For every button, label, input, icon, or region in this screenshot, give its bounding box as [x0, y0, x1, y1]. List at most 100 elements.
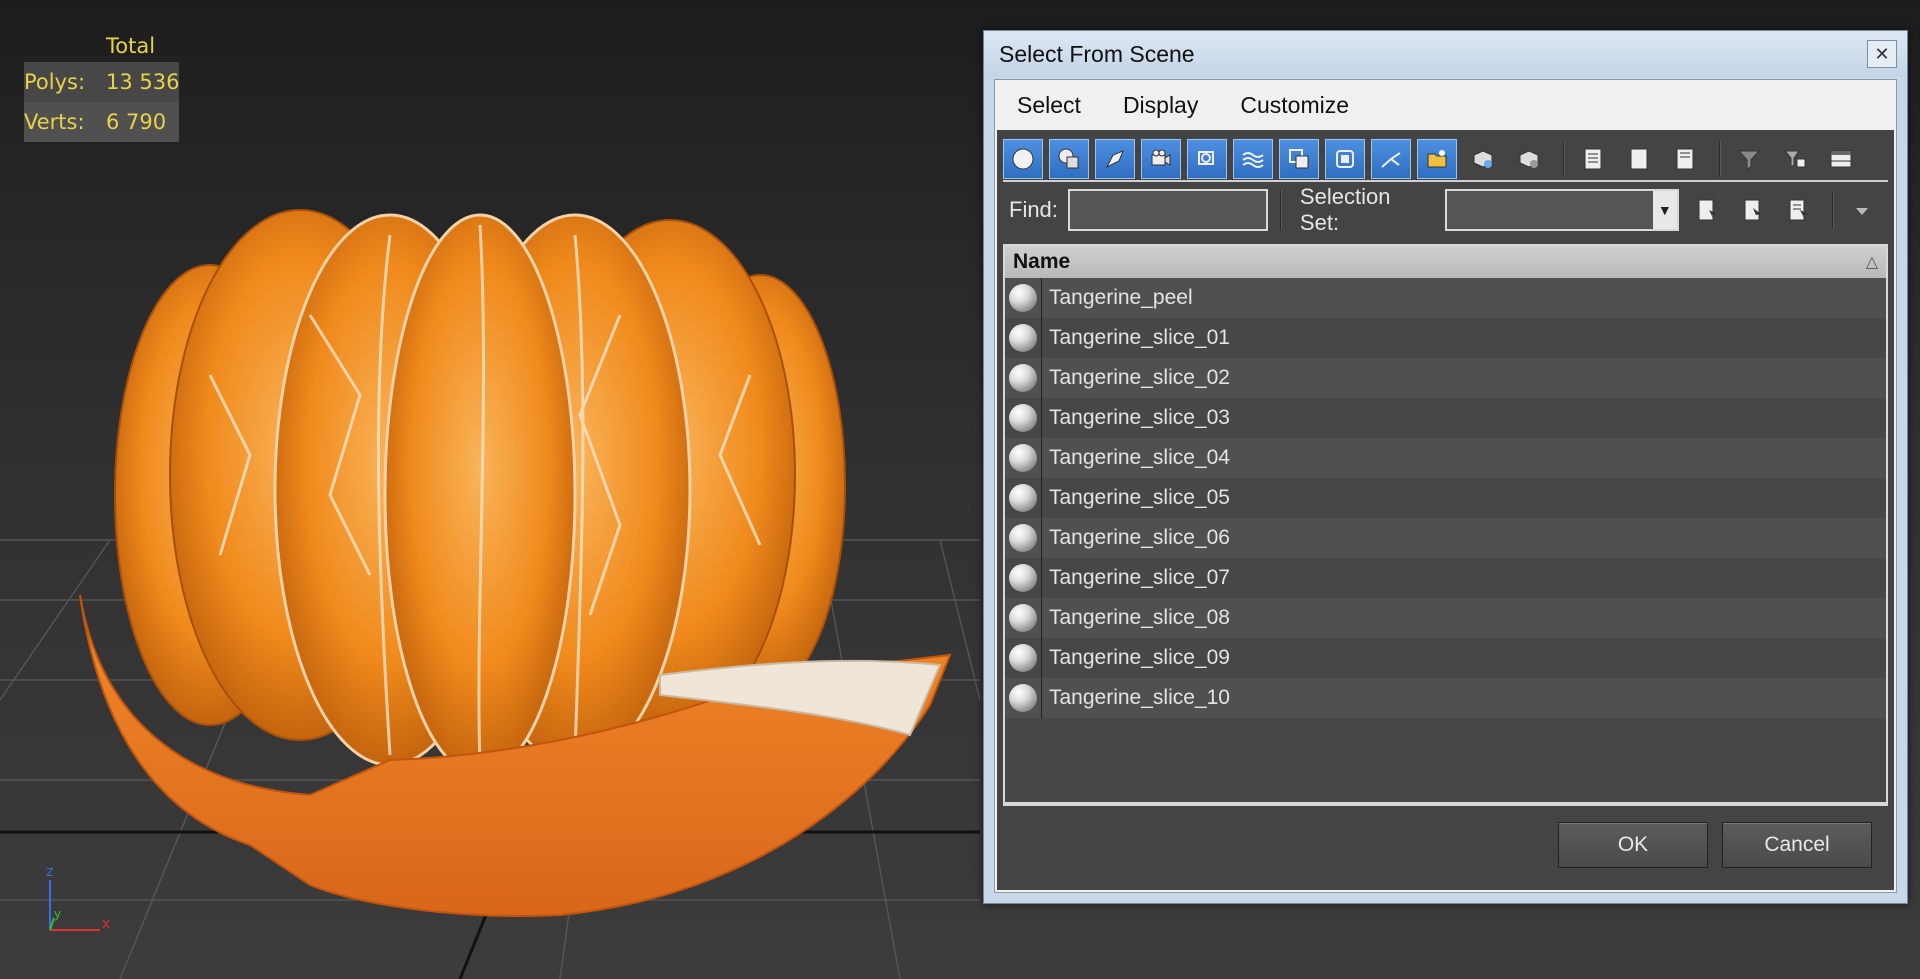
find-row: Find: Selection Set: ▼ [1003, 184, 1888, 235]
geometry-sphere-icon [1009, 484, 1037, 512]
find-input[interactable] [1067, 189, 1268, 231]
axis-x-label: x [102, 916, 110, 932]
sort-ascending-icon: △ [1865, 254, 1878, 271]
list-item[interactable]: Tangerine_slice_09 [1005, 638, 1886, 678]
filter-toolbar [1003, 138, 1888, 182]
object-name: Tangerine_slice_09 [1049, 646, 1230, 669]
list-item[interactable]: Tangerine_slice_03 [1005, 398, 1886, 438]
cameras-icon [1151, 149, 1171, 166]
menu-customize[interactable]: Customize [1234, 88, 1355, 123]
cancel-button[interactable]: Cancel [1722, 822, 1872, 868]
geometry-sphere-icon [1009, 564, 1037, 592]
containers-icon [1427, 150, 1447, 168]
tangerine-model [79, 209, 952, 917]
menu-select[interactable]: Select [1011, 88, 1087, 123]
filter-icon [1737, 150, 1761, 170]
helpers-icon [1198, 151, 1214, 165]
filter-options-icon [1783, 150, 1806, 168]
axis-y-label: y [54, 907, 61, 921]
geometry-sphere-icon [1009, 444, 1037, 472]
toolbar-separator [1719, 141, 1721, 177]
object-name: Tangerine_slice_01 [1049, 326, 1230, 349]
ok-button[interactable]: OK [1558, 822, 1708, 868]
lights-icon [1105, 150, 1124, 169]
name-column-header[interactable]: Name [1013, 250, 1070, 274]
dialog-title: Select From Scene [999, 40, 1195, 67]
object-name: Tangerine_slice_03 [1049, 406, 1230, 429]
display-containers-button[interactable] [1417, 139, 1457, 179]
geometry-sphere-icon [1009, 404, 1037, 432]
display-geometry-button[interactable] [1003, 139, 1043, 179]
object-name: Tangerine_slice_04 [1049, 446, 1230, 469]
display-frozen-button[interactable] [1463, 139, 1503, 179]
select-from-scene-dialog: Select From Scene ✕ Select Display Custo… [983, 30, 1908, 904]
selection-set-remove-icon [1789, 199, 1809, 221]
select-none-button[interactable] [1619, 139, 1659, 179]
list-none-icon [1630, 148, 1648, 170]
select-all-button[interactable] [1573, 139, 1613, 179]
axis-z-label: z [46, 864, 53, 880]
geometry-sphere-icon [1009, 524, 1037, 552]
list-item[interactable]: Tangerine_slice_05 [1005, 478, 1886, 518]
selection-set-dropdown[interactable]: ▼ [1444, 189, 1679, 231]
toolbar-separator [1563, 141, 1565, 177]
selection-set-label: Selection Set: [1299, 184, 1391, 235]
geometry-sphere-icon [1009, 684, 1037, 712]
polys-value: 13 536 [106, 70, 180, 94]
xrefs-icon [1336, 150, 1354, 168]
find-options-button[interactable] [1842, 190, 1882, 230]
layout-button[interactable] [1821, 139, 1861, 179]
list-item[interactable]: Tangerine_slice_06 [1005, 518, 1886, 558]
geometry-sphere-icon [1009, 284, 1037, 312]
display-lights-button[interactable] [1095, 139, 1135, 179]
geometry-sphere-icon [1009, 324, 1037, 352]
display-helpers-button[interactable] [1187, 139, 1227, 179]
selection-set-add-icon [1698, 199, 1717, 221]
list-item[interactable]: Tangerine_slice_02 [1005, 358, 1886, 398]
geometry-sphere-icon [1009, 604, 1037, 632]
create-selection-set-button[interactable] [1687, 190, 1727, 230]
list-item[interactable]: Tangerine_slice_07 [1005, 558, 1886, 598]
display-groups-button[interactable] [1279, 139, 1319, 179]
dropdown-arrow-icon [1856, 208, 1869, 215]
dialog-titlebar[interactable]: Select From Scene ✕ [984, 31, 1907, 77]
verts-value: 6 790 [106, 110, 167, 134]
shapes-icon [1058, 148, 1079, 169]
list-item[interactable]: Tangerine_slice_04 [1005, 438, 1886, 478]
verts-label: Verts: [24, 110, 85, 134]
list-item[interactable]: Tangerine_slice_01 [1005, 318, 1886, 358]
dialog-workspace: Find: Selection Set: ▼ Name △ Tangerine_… [997, 130, 1894, 890]
geometry-sphere-icon [1009, 364, 1037, 392]
axis-gizmo: z x y [46, 864, 110, 932]
display-shapes-button[interactable] [1049, 139, 1089, 179]
filter-button[interactable] [1729, 139, 1769, 179]
display-cameras-button[interactable] [1141, 139, 1181, 179]
remove-selection-set-button[interactable] [1778, 190, 1818, 230]
list-rows: Tangerine_peel Tangerine_slice_01 Tanger… [1005, 278, 1886, 718]
object-name: Tangerine_slice_06 [1049, 526, 1230, 549]
viewport-statistics: Total Polys: 13 536 Verts: 6 790 [24, 30, 180, 142]
bones-icon [1381, 152, 1401, 168]
select-invert-button[interactable] [1665, 139, 1705, 179]
geometry-icon [1012, 148, 1034, 170]
menu-display[interactable]: Display [1117, 88, 1204, 123]
find-separator [1279, 190, 1282, 230]
display-bones-button[interactable] [1371, 139, 1411, 179]
list-item[interactable]: Tangerine_peel [1005, 278, 1886, 318]
dialog-body: Select Display Customize Find: Selection… [994, 79, 1897, 893]
list-item[interactable]: Tangerine_slice_08 [1005, 598, 1886, 638]
display-hidden-button[interactable] [1509, 139, 1549, 179]
selection-set-edit-icon [1744, 199, 1761, 221]
chevron-down-icon[interactable]: ▼ [1652, 191, 1677, 229]
close-button[interactable]: ✕ [1867, 40, 1897, 68]
scene-object-list[interactable]: Name △ Tangerine_peel Tangerine_slice_01… [1003, 244, 1888, 804]
display-xrefs-button[interactable] [1325, 139, 1365, 179]
display-spacewarps-button[interactable] [1233, 139, 1273, 179]
hidden-icon [1519, 150, 1539, 168]
frozen-icon [1473, 150, 1493, 168]
list-item[interactable]: Tangerine_slice_10 [1005, 678, 1886, 718]
filter-options-button[interactable] [1775, 139, 1815, 179]
edit-selection-set-button[interactable] [1733, 190, 1773, 230]
list-header[interactable]: Name △ [1005, 246, 1886, 278]
object-name: Tangerine_slice_10 [1049, 686, 1230, 709]
